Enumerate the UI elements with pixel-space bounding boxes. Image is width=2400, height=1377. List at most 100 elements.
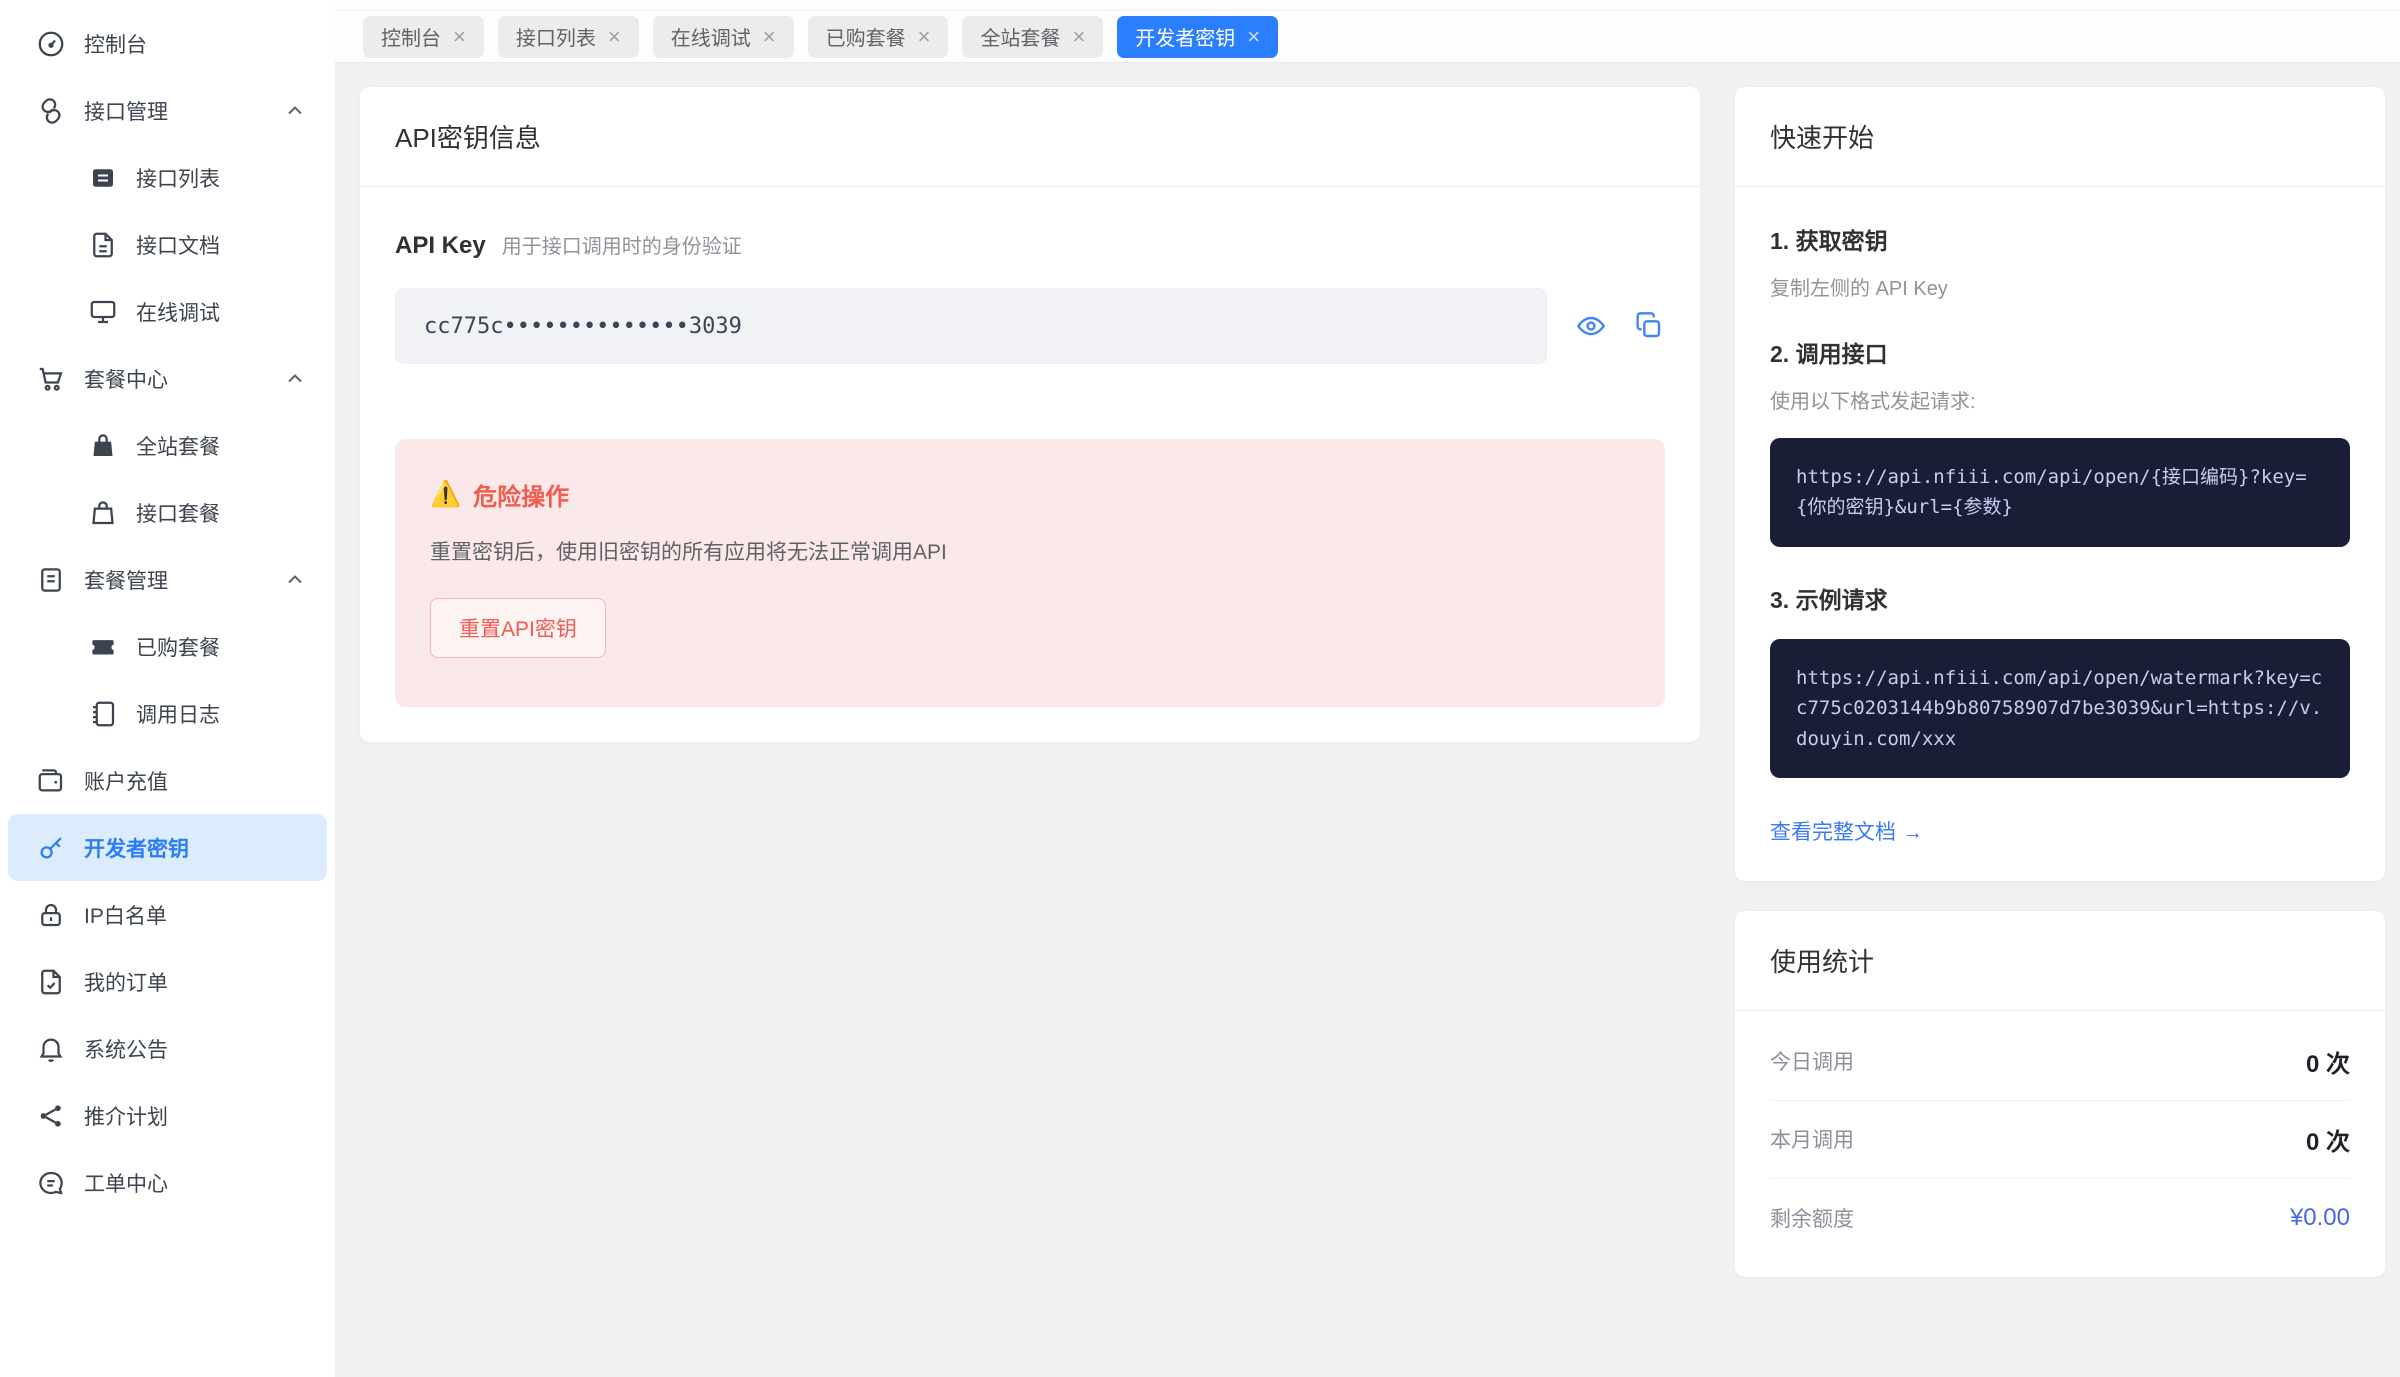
stat-row-month-calls: 本月调用 0 次 — [1770, 1101, 2350, 1179]
sidebar-item-my-orders[interactable]: 我的订单 — [0, 948, 335, 1015]
stat-value: 0 次 — [2305, 1128, 2350, 1156]
sidebar-group-package-center[interactable]: 套餐中心 — [0, 345, 335, 412]
sidebar-item-ticket-center[interactable]: 工单中心 — [0, 1149, 335, 1216]
sidebar-item-site-packages[interactable]: 全站套餐 — [0, 412, 335, 479]
sidebar-item-ip-whitelist[interactable]: IP白名单 — [0, 881, 335, 948]
api-key-label-row: API Key 用于接口调用时的身份验证 — [395, 230, 1665, 260]
stat-label: 本月调用 — [1770, 1129, 1854, 1153]
close-icon[interactable]: × — [1247, 25, 1260, 48]
sidebar-item-label: 工单中心 — [84, 1172, 168, 1196]
stat-value: 0 次 — [2305, 1050, 2350, 1078]
tab-label: 开发者密钥 — [1135, 28, 1236, 50]
request-format-code-block: https://api.nfiii.com/api/open/{接口编码}?ke… — [1770, 438, 2350, 547]
sidebar-group-package-management[interactable]: 套餐管理 — [0, 546, 335, 613]
key-icon — [36, 833, 66, 863]
copy-icon[interactable] — [1633, 310, 1665, 342]
sidebar-item-purchased-packages[interactable]: 已购套餐 — [0, 613, 335, 680]
sidebar-item-label: 接口管理 — [84, 100, 168, 124]
step-description: 使用以下格式发起请求: — [1770, 391, 1976, 413]
stat-value: ¥0.00 — [2289, 1203, 2350, 1231]
sidebar-item-label: 接口文档 — [136, 234, 220, 258]
tab-label: 控制台 — [381, 28, 441, 50]
usage-stats-title: 使用统计 — [1735, 911, 2385, 1011]
main-area: 控制台 × 接口列表 × 在线调试 × 已购套餐 × 全站套餐 × 开发者密钥 … — [335, 0, 2400, 1377]
close-icon[interactable]: × — [608, 25, 621, 48]
sidebar-item-label: 调用日志 — [136, 703, 220, 727]
api-key-actions — [1575, 310, 1665, 342]
api-doc-icon — [88, 230, 118, 260]
sidebar-item-online-debug[interactable]: 在线调试 — [0, 278, 335, 345]
tab-label: 已购套餐 — [825, 28, 906, 50]
sidebar-item-api-doc[interactable]: 接口文档 — [0, 211, 335, 278]
close-icon[interactable]: × — [453, 25, 466, 48]
sidebar-item-call-logs[interactable]: 调用日志 — [0, 680, 335, 747]
chevron-up-icon — [283, 367, 307, 391]
sidebar-item-label: 开发者密钥 — [84, 837, 189, 861]
monitor-icon — [88, 297, 118, 327]
chat-icon — [36, 1168, 66, 1198]
tab-online-debug[interactable]: 在线调试 × — [652, 15, 794, 58]
tab-site-packages[interactable]: 全站套餐 × — [962, 15, 1104, 58]
sidebar-item-label: 系统公告 — [84, 1038, 168, 1062]
sidebar-item-label: 我的订单 — [84, 971, 168, 995]
sidebar-item-dashboard[interactable]: 控制台 — [0, 10, 335, 77]
warning-icon: ⚠️ — [430, 480, 462, 508]
danger-description: 重置密钥后，使用旧密钥的所有应用将无法正常调用API — [430, 541, 947, 564]
bag-filled-icon — [88, 431, 118, 461]
top-strip — [335, 0, 2400, 11]
sidebar-item-system-announcements[interactable]: 系统公告 — [0, 1015, 335, 1082]
sidebar-item-label: 套餐管理 — [84, 569, 168, 593]
sidebar-item-api-list[interactable]: 接口列表 — [0, 144, 335, 211]
api-key-value-field: cc775c••••••••••••••3039 — [395, 288, 1547, 364]
sidebar-item-label: 全站套餐 — [136, 435, 220, 459]
api-list-icon — [88, 163, 118, 193]
view-full-docs-link[interactable]: 查看完整文档 → — [1770, 816, 1923, 846]
danger-title: 危险操作 — [473, 484, 570, 511]
sidebar: 控制台 接口管理 接口列表 接口文档 在线调试 套餐中心 全站套餐 接口套餐 套… — [0, 0, 335, 1377]
close-icon[interactable]: × — [763, 25, 776, 48]
danger-title-row: ⚠️ 危险操作 — [430, 477, 1630, 512]
step-heading: 1. 获取密钥 — [1770, 228, 1888, 254]
sidebar-item-developer-key[interactable]: 开发者密钥 — [8, 814, 327, 881]
list-doc-icon — [36, 565, 66, 595]
quick-start-step-2: 2. 调用接口 使用以下格式发起请求: https://api.nfiii.co… — [1770, 335, 2350, 547]
sidebar-item-account-recharge[interactable]: 账户充值 — [0, 747, 335, 814]
chevron-up-icon — [283, 99, 307, 123]
tab-label: 接口列表 — [515, 28, 596, 50]
sidebar-item-referral-program[interactable]: 推介计划 — [0, 1082, 335, 1149]
api-key-card-title: API密钥信息 — [360, 87, 1700, 187]
quick-start-card: 快速开始 1. 获取密钥 复制左侧的 API Key 2. 调用接口 使用以下格… — [1735, 87, 2385, 881]
close-icon[interactable]: × — [1072, 25, 1085, 48]
sidebar-item-api-packages[interactable]: 接口套餐 — [0, 479, 335, 546]
sidebar-group-api-management[interactable]: 接口管理 — [0, 77, 335, 144]
dashboard-icon — [36, 29, 66, 59]
right-column: 快速开始 1. 获取密钥 复制左侧的 API Key 2. 调用接口 使用以下格… — [1735, 87, 2385, 1277]
sidebar-item-label: 推介计划 — [84, 1105, 168, 1129]
reset-api-key-button[interactable]: 重置API密钥 — [430, 598, 606, 658]
ticket-icon — [88, 632, 118, 662]
close-icon[interactable]: × — [918, 25, 931, 48]
chevron-up-icon — [283, 568, 307, 592]
usage-stats-card: 使用统计 今日调用 0 次 本月调用 0 次 剩余额度 ¥0.00 — [1735, 910, 2385, 1277]
tab-purchased-packages[interactable]: 已购套餐 × — [807, 15, 949, 58]
sidebar-item-label: IP白名单 — [84, 904, 167, 928]
order-check-icon — [36, 967, 66, 997]
stat-label: 今日调用 — [1770, 1051, 1854, 1075]
content: API密钥信息 API Key 用于接口调用时的身份验证 cc775c•••••… — [335, 63, 2400, 1377]
tab-api-list[interactable]: 接口列表 × — [497, 15, 639, 58]
bag-outline-icon — [88, 498, 118, 528]
step-heading: 3. 示例请求 — [1770, 586, 1888, 613]
sidebar-item-label: 控制台 — [84, 33, 147, 57]
sidebar-item-label: 已购套餐 — [136, 636, 220, 660]
share-icon — [36, 1101, 66, 1131]
wallet-icon — [36, 766, 66, 796]
api-link-icon — [36, 96, 66, 126]
api-key-label: API Key — [395, 232, 486, 259]
bell-icon — [36, 1034, 66, 1064]
eye-icon[interactable] — [1575, 310, 1607, 342]
danger-zone: ⚠️ 危险操作 重置密钥后，使用旧密钥的所有应用将无法正常调用API 重置API… — [395, 439, 1665, 707]
app-root: 控制台 接口管理 接口列表 接口文档 在线调试 套餐中心 全站套餐 接口套餐 套… — [0, 0, 2400, 1377]
tab-dashboard[interactable]: 控制台 × — [363, 15, 484, 58]
tab-developer-key[interactable]: 开发者密钥 × — [1117, 15, 1279, 58]
stat-row-today-calls: 今日调用 0 次 — [1770, 1023, 2350, 1101]
